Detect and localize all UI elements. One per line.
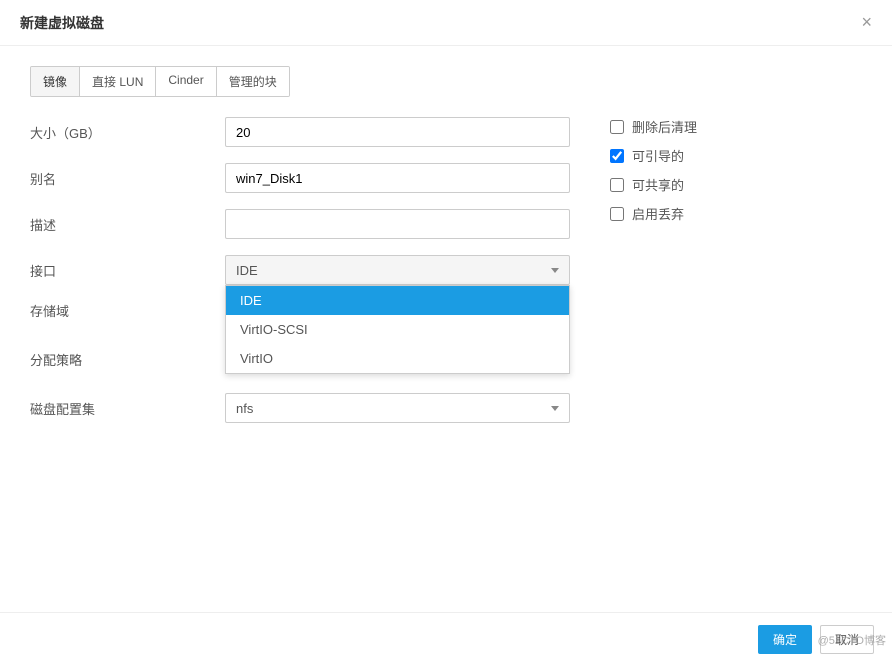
option-ide[interactable]: IDE [226, 286, 569, 315]
option-virtio[interactable]: VirtIO [226, 344, 569, 373]
label-storage-domain: 存储域 [30, 301, 225, 320]
form-container: 大小（GB） 别名 描述 接口 IDE IDE VirtIO-SCSI [30, 117, 862, 439]
row-shareable: 可共享的 [610, 175, 862, 194]
modal-footer: 确定 取消 [0, 612, 892, 666]
label-description: 描述 [30, 215, 225, 234]
checkbox-bootable[interactable] [610, 149, 624, 163]
label-alloc-policy: 分配策略 [30, 350, 225, 369]
modal-title: 新建虚拟磁盘 [20, 13, 104, 33]
chevron-down-icon [551, 406, 559, 411]
label-interface: 接口 [30, 261, 225, 280]
option-virtio-scsi[interactable]: VirtIO-SCSI [226, 315, 569, 344]
close-button[interactable]: × [861, 12, 872, 33]
input-description[interactable] [225, 209, 570, 239]
label-size: 大小（GB） [30, 123, 225, 142]
row-wipe-after-delete: 删除后清理 [610, 117, 862, 136]
row-bootable: 可引导的 [610, 146, 862, 165]
tab-direct-lun[interactable]: 直接 LUN [80, 67, 156, 96]
chevron-down-icon [551, 268, 559, 273]
label-disk-profile: 磁盘配置集 [30, 399, 225, 418]
row-disk-profile: 磁盘配置集 nfs [30, 393, 570, 423]
label-wipe-after-delete: 删除后清理 [632, 117, 697, 136]
row-size: 大小（GB） [30, 117, 570, 147]
modal-body: 镜像 直接 LUN Cinder 管理的块 大小（GB） 别名 描述 接口 ID… [0, 46, 892, 459]
label-enable-discard: 启用丢弃 [632, 204, 684, 223]
label-bootable: 可引导的 [632, 146, 684, 165]
input-size[interactable] [225, 117, 570, 147]
tab-cinder[interactable]: Cinder [156, 67, 216, 96]
tab-managed-block[interactable]: 管理的块 [217, 67, 289, 96]
row-alias: 别名 [30, 163, 570, 193]
row-enable-discard: 启用丢弃 [610, 204, 862, 223]
watermark: @51CTO博客 [818, 632, 886, 648]
select-interface-value: IDE [236, 263, 258, 278]
select-disk-profile[interactable]: nfs [225, 393, 570, 423]
input-alias[interactable] [225, 163, 570, 193]
select-disk-profile-value: nfs [236, 401, 253, 416]
checkbox-enable-discard[interactable] [610, 207, 624, 221]
form-left-column: 大小（GB） 别名 描述 接口 IDE IDE VirtIO-SCSI [30, 117, 570, 439]
row-interface: 接口 IDE IDE VirtIO-SCSI VirtIO [30, 255, 570, 285]
label-alias: 别名 [30, 169, 225, 188]
form-right-column: 删除后清理 可引导的 可共享的 启用丢弃 [610, 117, 862, 439]
confirm-button[interactable]: 确定 [758, 625, 812, 654]
checkbox-wipe-after-delete[interactable] [610, 120, 624, 134]
select-interface[interactable]: IDE [225, 255, 570, 285]
row-description: 描述 [30, 209, 570, 239]
label-shareable: 可共享的 [632, 175, 684, 194]
source-type-tabs: 镜像 直接 LUN Cinder 管理的块 [30, 66, 290, 97]
tab-image[interactable]: 镜像 [31, 67, 80, 96]
dropdown-interface-options: IDE VirtIO-SCSI VirtIO [225, 285, 570, 374]
checkbox-shareable[interactable] [610, 178, 624, 192]
modal-header: 新建虚拟磁盘 × [0, 0, 892, 46]
